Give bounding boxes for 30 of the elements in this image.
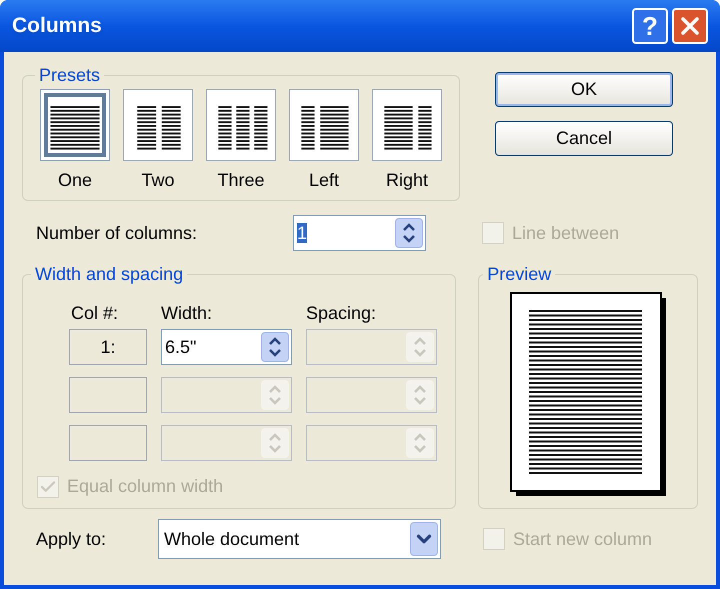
apply-to-dropdown[interactable]: Whole document xyxy=(158,519,441,559)
preset-label: Right xyxy=(386,169,428,192)
cancel-button[interactable]: Cancel xyxy=(495,121,673,156)
column-header: Width: xyxy=(161,302,214,325)
group-title: Presets xyxy=(38,64,102,87)
group-title: Width and spacing xyxy=(34,263,184,286)
preset-label: Left xyxy=(308,169,340,192)
close-button[interactable] xyxy=(672,8,708,44)
field-value: 1 xyxy=(297,222,308,244)
field-value: 6.5" xyxy=(165,336,196,356)
group-title: Preview xyxy=(486,263,552,286)
start-new-column-label: Start new column xyxy=(513,528,652,550)
width-field[interactable]: 6.5" xyxy=(161,329,292,365)
preset-label: One xyxy=(58,169,92,192)
ok-button[interactable]: OK xyxy=(495,72,673,107)
preset-label: Two xyxy=(141,169,174,192)
preset-label: Three xyxy=(217,169,265,192)
spin-buttons[interactable] xyxy=(261,332,289,362)
line-between-label: Line between xyxy=(512,222,620,244)
apply-to-label: Apply to: xyxy=(35,528,108,551)
number-of-columns-field[interactable]: 1 xyxy=(293,215,426,251)
dropdown-value: Whole document xyxy=(164,528,300,550)
column-header: Spacing: xyxy=(306,302,378,325)
number-of-columns-label: Number of columns: xyxy=(35,222,198,244)
column-number: 1: xyxy=(100,336,116,358)
help-button[interactable]: ? xyxy=(632,8,668,44)
equal-column-width-label: Equal column width xyxy=(67,475,224,498)
window-title: Columns xyxy=(12,13,103,40)
column-header: Col #: xyxy=(70,302,120,325)
spin-buttons[interactable] xyxy=(395,218,423,248)
